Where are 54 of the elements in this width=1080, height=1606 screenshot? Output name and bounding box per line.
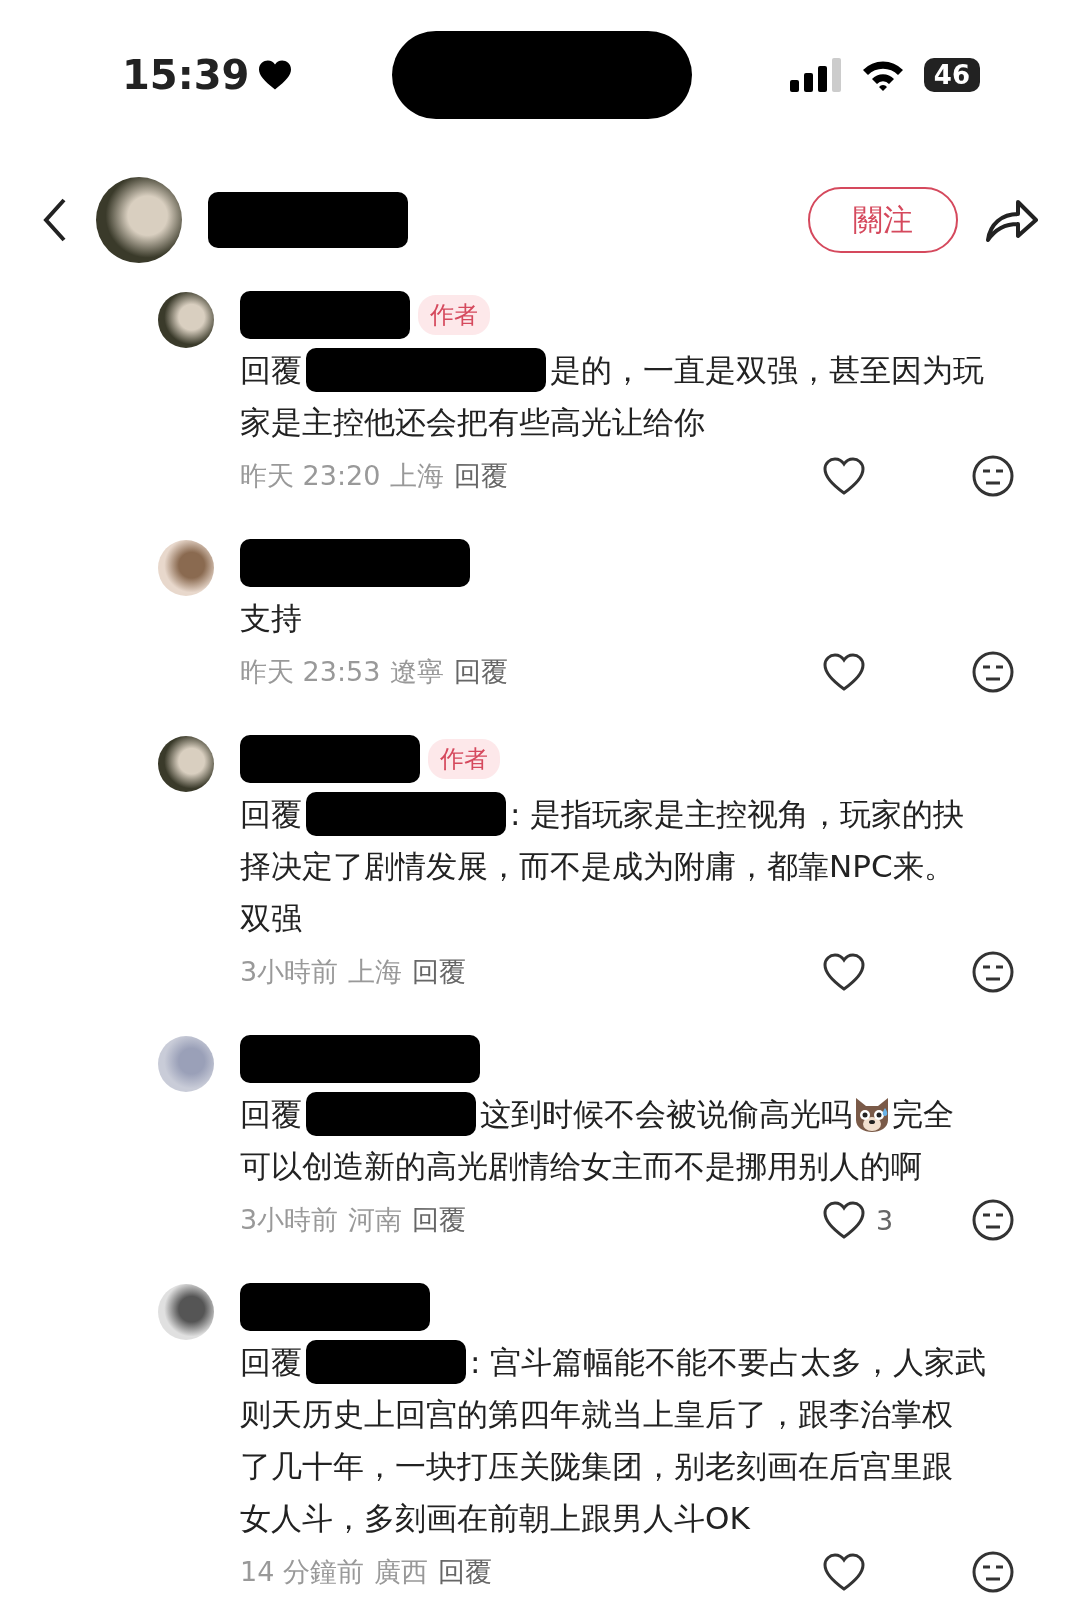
heart-icon[interactable] xyxy=(822,1200,866,1240)
comment-time: 14 分鐘前 xyxy=(240,1555,364,1589)
unamused-face-icon[interactable] xyxy=(972,455,1014,497)
comment-text: 这到时候不会被说偷高光吗 xyxy=(480,1095,852,1134)
reply-link[interactable]: 回覆 xyxy=(454,458,509,494)
comment-time: 3小時前 xyxy=(240,955,339,989)
status-time: 15:39 xyxy=(122,52,250,98)
heart-icon[interactable] xyxy=(822,652,866,692)
reply-label: 回覆 xyxy=(240,795,302,834)
comment-text: : 宫斗篇幅能不能不要占太多，人家武 xyxy=(470,1343,987,1382)
comment-location: 上海 xyxy=(348,955,403,989)
comment-text: 完全 xyxy=(892,1095,954,1134)
comment-location: 廣西 xyxy=(373,1555,428,1589)
reply-label: 回覆 xyxy=(240,351,302,390)
unamused-face-icon[interactable] xyxy=(972,1199,1014,1241)
unamused-face-icon[interactable] xyxy=(972,951,1014,993)
heart-icon xyxy=(257,59,294,91)
avatar[interactable] xyxy=(158,1284,214,1340)
comment-text: 女人斗，多刻画在前朝上跟男人斗OK xyxy=(240,1499,750,1538)
signal-icon xyxy=(789,58,842,92)
avatar[interactable] xyxy=(158,736,214,792)
author-badge: 作者 xyxy=(428,739,500,779)
heart-icon[interactable] xyxy=(822,456,866,496)
like-count: 3 xyxy=(876,1204,895,1236)
comment-location: 河南 xyxy=(348,1203,403,1237)
reply-label: 回覆 xyxy=(240,1095,302,1134)
follow-button[interactable]: 關注 xyxy=(808,187,958,253)
comment-text: 是的，一直是双强，甚至因为玩 xyxy=(550,351,984,390)
comment-text: 则天历史上回宫的第四年就当上皇后了，跟李治掌权 xyxy=(240,1395,953,1434)
comment-text: 择决定了剧情发展，而不是成为附庸，都靠NPC来。 xyxy=(240,847,955,886)
heart-icon[interactable] xyxy=(822,952,866,992)
unamused-face-icon[interactable] xyxy=(972,1551,1014,1593)
avatar[interactable] xyxy=(158,540,214,596)
author-badge: 作者 xyxy=(418,295,490,335)
heart-icon[interactable] xyxy=(822,1552,866,1592)
reply-link[interactable]: 回覆 xyxy=(412,1202,467,1238)
comment-location: 遼寧 xyxy=(390,655,445,689)
comment-text: 了几十年，一块打压关陇集团，别老刻画在后宫里跟 xyxy=(240,1447,953,1486)
reply-link[interactable]: 回覆 xyxy=(412,954,467,990)
battery-level: 46 xyxy=(923,58,980,92)
comment-location: 上海 xyxy=(390,459,445,493)
comment-text: 家是主控他还会把有些高光让给你 xyxy=(240,403,705,442)
comment-time: 昨天 23:20 xyxy=(240,459,381,493)
avatar[interactable] xyxy=(158,292,214,348)
reply-link[interactable]: 回覆 xyxy=(437,1554,492,1590)
reply-link[interactable]: 回覆 xyxy=(454,654,509,690)
comment-text: 可以创造新的高光剧情给女主而不是挪用别人的啊 xyxy=(240,1147,922,1186)
comment-time: 昨天 23:53 xyxy=(240,655,381,689)
comment-text: 双强 xyxy=(240,899,302,938)
reply-label: 回覆 xyxy=(240,1343,302,1382)
comment-time: 3小時前 xyxy=(240,1203,339,1237)
comment-text: : 是指玩家是主控视角，玩家的抉 xyxy=(510,795,965,834)
comment-text: 支持 xyxy=(240,599,302,638)
unamused-face-icon[interactable] xyxy=(972,651,1014,693)
